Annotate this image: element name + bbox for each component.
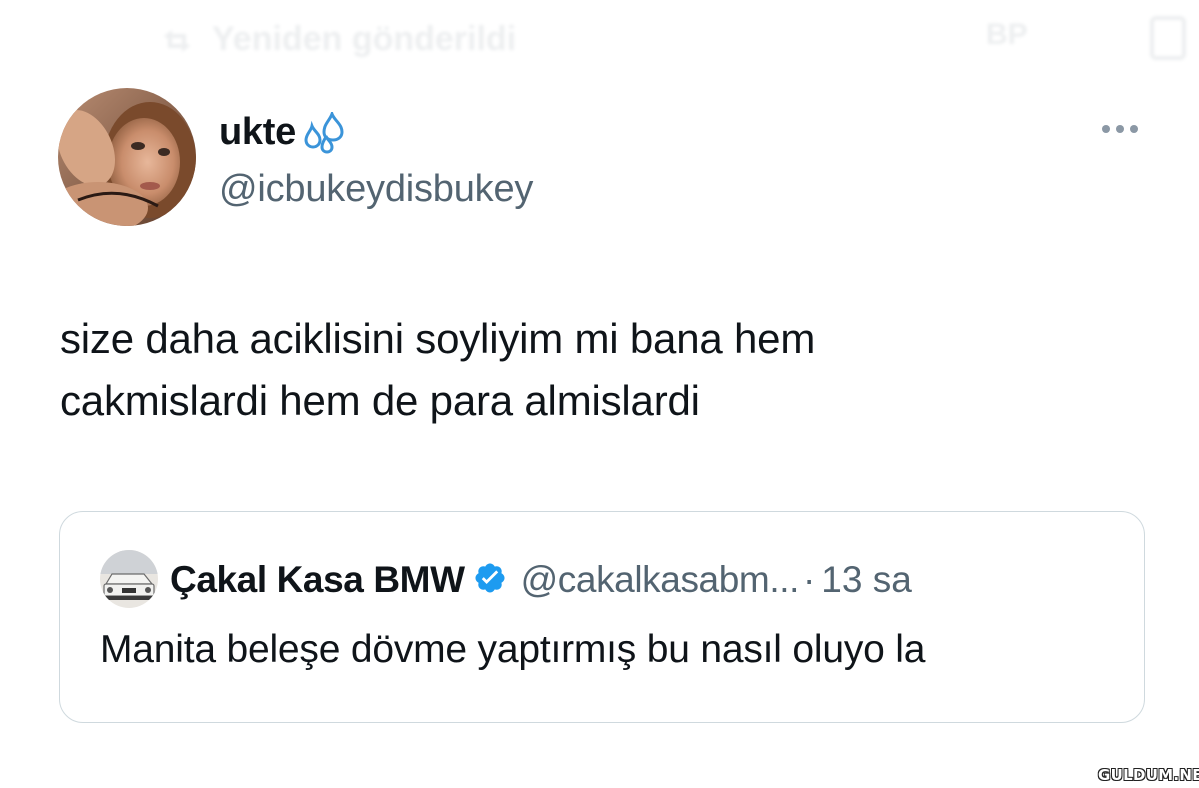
tweet-text-line: cakmislardi hem de para almislardi <box>60 377 700 424</box>
faded-right-label: BP <box>986 18 1028 51</box>
tweet-text-line: size daha aciklisini soyliyim mi bana he… <box>60 315 816 362</box>
quoted-author-name[interactable]: Çakal Kasa BMW <box>170 559 465 601</box>
quoted-tweet-text: Manita beleşe dövme yaptırmış bu nasıl o… <box>100 628 926 671</box>
sweat-droplets-icon <box>302 108 348 159</box>
quoted-tweet-card[interactable]: Çakal Kasa BMW @cakalkasabm... · 13 sa M… <box>59 511 1145 723</box>
site-watermark: GULDUM.NET <box>1098 766 1199 785</box>
author-handle[interactable]: @icbukeydisbukey <box>219 168 533 211</box>
quoted-tweet-time[interactable]: 13 sa <box>821 559 912 601</box>
faded-header: Yeniden gönderildi BP <box>0 8 1199 68</box>
author-avatar[interactable] <box>58 88 196 226</box>
repost-label: Yeniden gönderildi <box>212 20 517 58</box>
repost-icon <box>160 26 194 61</box>
quoted-tweet-header: Çakal Kasa BMW @cakalkasabm... · 13 sa <box>170 556 912 604</box>
author-display-name[interactable]: ukte <box>219 111 296 154</box>
more-options-icon[interactable] <box>1098 118 1142 140</box>
header-separator: · <box>802 559 816 600</box>
tweet-text: size daha aciklisini soyliyim mi bana he… <box>60 308 1140 432</box>
faded-square-icon <box>1150 16 1186 60</box>
quoted-author-avatar[interactable] <box>100 550 158 608</box>
verified-badge-icon <box>473 561 507 600</box>
author-name-row[interactable]: ukte <box>219 108 348 154</box>
quoted-author-handle[interactable]: @cakalkasabm... <box>521 559 800 601</box>
